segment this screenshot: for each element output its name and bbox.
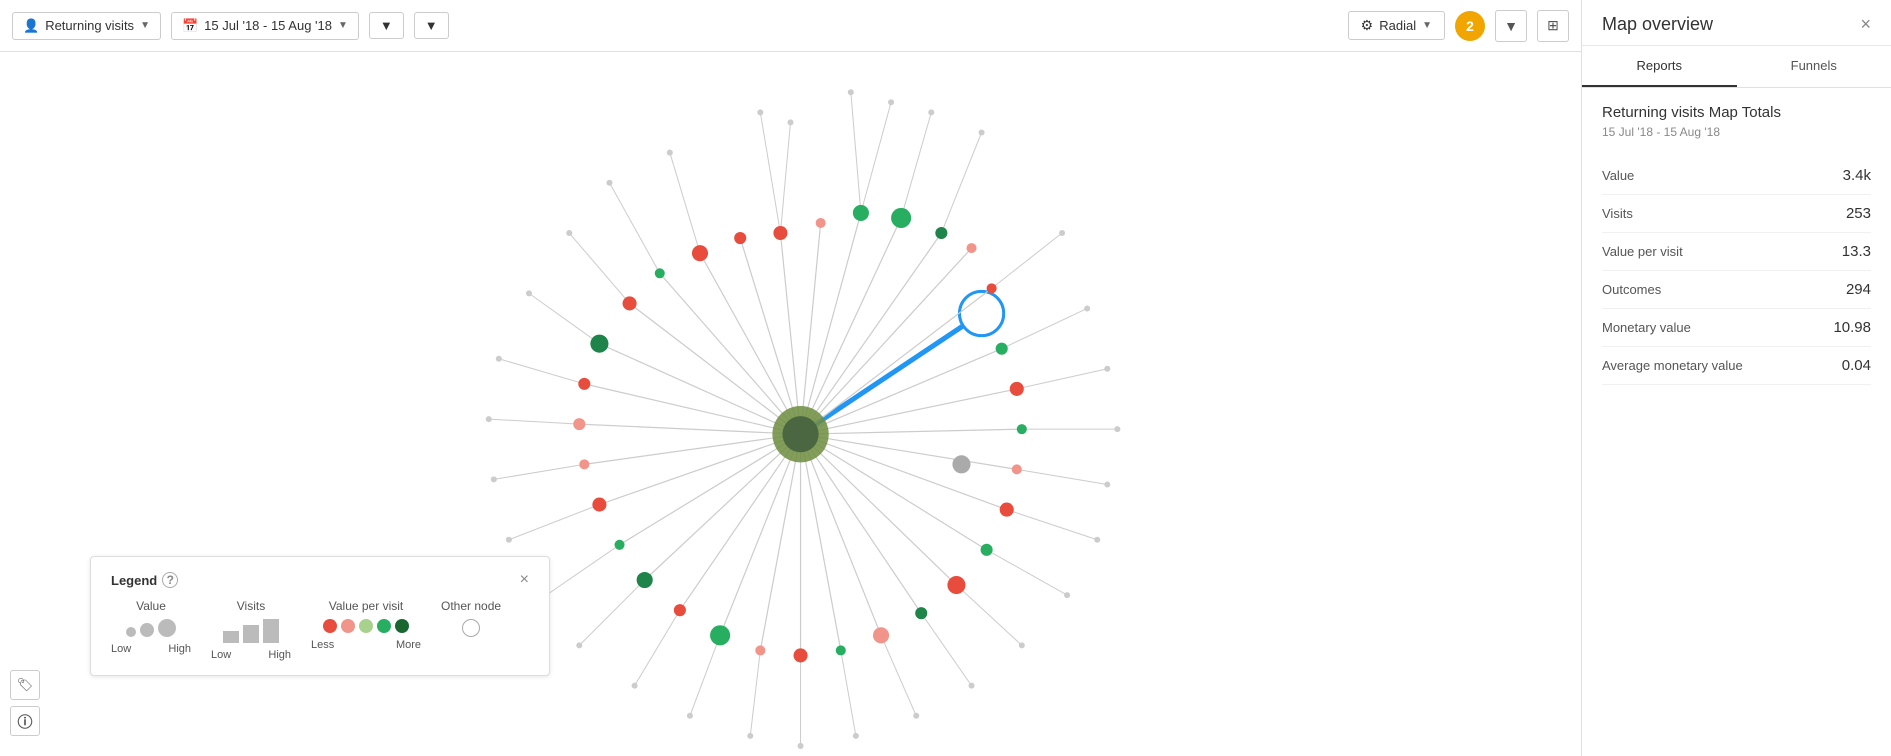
right-panel: Map overview × Reports Funnels Returning… — [1581, 0, 1891, 756]
panel-title: Map overview — [1602, 14, 1713, 35]
legend-title: Legend ? — [111, 572, 178, 588]
stats-row: Outcomes294 — [1602, 271, 1871, 309]
radial-icon: ⚙ — [1361, 17, 1374, 34]
legend-box: Legend ? × Value Low High — [90, 556, 550, 676]
calendar-icon: 📅 — [182, 18, 198, 34]
stats-row: Visits253 — [1602, 195, 1871, 233]
legend-other-section: Other node — [441, 599, 501, 637]
stats-row: Average monetary value0.04 — [1602, 347, 1871, 385]
legend-value-label: Value — [136, 599, 166, 613]
badge-count[interactable]: 2 — [1455, 11, 1485, 41]
legend-bar-sm — [223, 631, 239, 643]
stats-table: Value3.4kVisits253Value per visit13.3Out… — [1602, 157, 1871, 385]
filter-add-btn[interactable]: ▼ — [414, 12, 449, 39]
legend-dot-green — [377, 619, 391, 633]
info-icon: ⓘ — [17, 711, 32, 732]
legend-visits-section: Visits Low High — [211, 599, 291, 661]
chevron-down-btn[interactable]: ▼ — [1495, 10, 1527, 42]
legend-vpv-range: Less More — [311, 639, 421, 651]
panel-close-btn[interactable]: × — [1860, 14, 1871, 35]
stat-value: 253 — [1814, 195, 1871, 233]
legend-info-icon[interactable]: ? — [162, 572, 178, 588]
filter-icon: ▼ — [380, 18, 393, 33]
info-icon-btn[interactable]: ⓘ — [10, 706, 40, 736]
legend-circle-lg — [158, 619, 176, 637]
layout-icon: ⊞ — [1547, 17, 1559, 34]
legend-visits-bars — [223, 619, 279, 643]
legend-other-label: Other node — [441, 599, 501, 613]
radial-label: Radial — [1379, 18, 1416, 33]
legend-circle-md — [140, 623, 154, 637]
legend-value-circles — [126, 619, 176, 637]
date-range-label: 15 Jul '18 - 15 Aug '18 — [204, 18, 332, 33]
bottom-icons: 🏷 ⓘ — [10, 670, 40, 736]
date-range-selector[interactable]: 📅 15 Jul '18 - 15 Aug '18 ▼ — [171, 12, 359, 40]
legend-circle-sm — [126, 627, 136, 637]
legend-dot-red — [323, 619, 337, 633]
stat-label: Monetary value — [1602, 309, 1814, 347]
tab-funnels[interactable]: Funnels — [1737, 46, 1891, 87]
layout-btn[interactable]: ⊞ — [1537, 10, 1569, 42]
stat-value: 10.98 — [1814, 309, 1871, 347]
legend-visits-range: Low High — [211, 649, 291, 661]
legend-visits-label: Visits — [237, 599, 265, 613]
tab-reports[interactable]: Reports — [1582, 46, 1737, 87]
legend-value-range: Low High — [111, 643, 191, 655]
legend-vpv-colors — [323, 619, 409, 633]
panel-tabs: Reports Funnels — [1582, 46, 1891, 88]
stat-value: 294 — [1814, 271, 1871, 309]
segment-dropdown-arrow: ▼ — [140, 20, 150, 31]
stats-row: Value per visit13.3 — [1602, 233, 1871, 271]
radial-selector[interactable]: ⚙ Radial ▼ — [1348, 11, 1445, 40]
legend-bar-md — [243, 625, 259, 643]
stat-value: 13.3 — [1814, 233, 1871, 271]
filter-btn[interactable]: ▼ — [369, 12, 404, 39]
stat-label: Value per visit — [1602, 233, 1814, 271]
stats-row: Value3.4k — [1602, 157, 1871, 195]
toolbar: 👤 Returning visits ▼ 📅 15 Jul '18 - 15 A… — [0, 0, 1581, 52]
legend-dot-pink — [341, 619, 355, 633]
stat-label: Outcomes — [1602, 271, 1814, 309]
people-icon: 👤 — [23, 18, 39, 34]
legend-vpv-label: Value per visit — [329, 599, 403, 613]
legend-bar-lg — [263, 619, 279, 643]
tag-icon: 🏷 — [17, 677, 34, 693]
stat-value: 3.4k — [1814, 157, 1871, 195]
chevron-down-icon: ▼ — [1504, 18, 1518, 34]
legend-body: Value Low High Visits — [111, 599, 529, 661]
date-dropdown-arrow: ▼ — [338, 20, 348, 31]
legend-close-btn[interactable]: × — [520, 571, 529, 589]
panel-header: Map overview × — [1582, 0, 1891, 46]
viz-area: Legend ? × Value Low High — [0, 52, 1581, 756]
legend-other-circle — [462, 619, 480, 637]
stat-label: Average monetary value — [1602, 347, 1814, 385]
main-area: 👤 Returning visits ▼ 📅 15 Jul '18 - 15 A… — [0, 0, 1581, 756]
filter-add-icon: ▼ — [425, 18, 438, 33]
radial-dropdown-arrow: ▼ — [1422, 20, 1432, 31]
stat-label: Value — [1602, 157, 1814, 195]
legend-dot-darkgreen — [395, 619, 409, 633]
stat-value: 0.04 — [1814, 347, 1871, 385]
stats-row: Monetary value10.98 — [1602, 309, 1871, 347]
stat-label: Visits — [1602, 195, 1814, 233]
panel-date: 15 Jul '18 - 15 Aug '18 — [1602, 125, 1871, 139]
legend-vpv-section: Value per visit Less More — [311, 599, 421, 651]
legend-header: Legend ? × — [111, 571, 529, 589]
legend-dot-lightgreen — [359, 619, 373, 633]
segment-label: Returning visits — [45, 18, 134, 33]
tag-icon-btn[interactable]: 🏷 — [10, 670, 40, 700]
legend-value-section: Value Low High — [111, 599, 191, 655]
panel-section-title: Returning visits Map Totals — [1602, 104, 1871, 121]
segment-selector[interactable]: 👤 Returning visits ▼ — [12, 12, 161, 40]
panel-content: Returning visits Map Totals 15 Jul '18 -… — [1582, 88, 1891, 756]
